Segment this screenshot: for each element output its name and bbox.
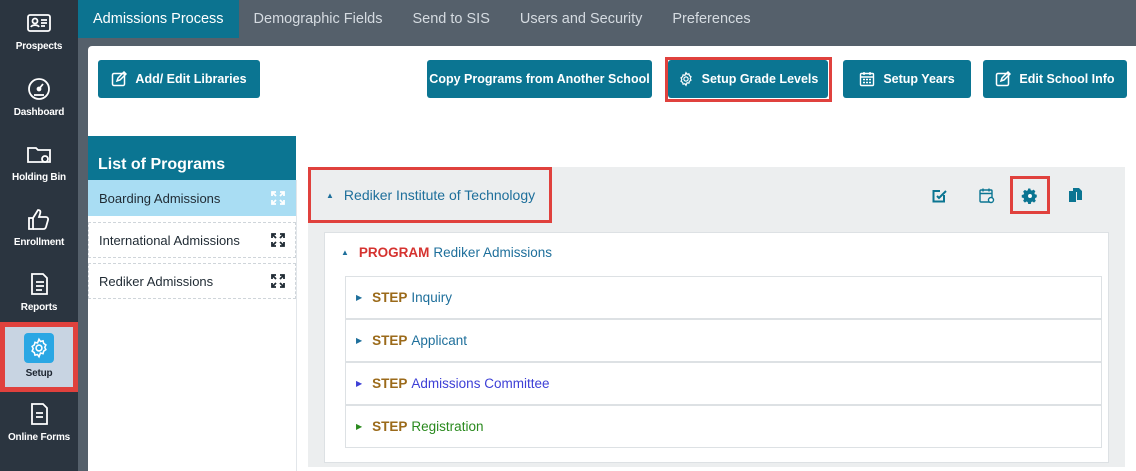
list-of-programs-title: List of Programs: [88, 136, 296, 180]
folder-icon: [27, 147, 51, 163]
main-panel: Add/ Edit Libraries Copy Programs from A…: [88, 46, 1136, 471]
setup-icon-box: [24, 333, 54, 363]
nav-dashboard[interactable]: Dashboard: [0, 66, 78, 130]
setup-grade-levels-label: Setup Grade Levels: [701, 72, 819, 86]
calendar-gear-icon: [979, 188, 995, 204]
edit-institute-button[interactable]: [925, 182, 953, 210]
program-list-item-boarding[interactable]: Boarding Admissions: [88, 180, 296, 216]
program-list-item-rediker[interactable]: Rediker Admissions: [88, 263, 296, 299]
nav-online-forms-label: Online Forms: [7, 432, 71, 443]
settings-button[interactable]: [1016, 182, 1044, 210]
expand-icon[interactable]: [271, 233, 285, 247]
document-icon: [31, 273, 48, 295]
program-list-item-international[interactable]: International Admissions: [88, 222, 296, 258]
step-row-inquiry[interactable]: ▶ STEP Inquiry: [345, 276, 1102, 319]
expand-triangle-icon: ▶: [356, 422, 363, 431]
step-name: Admissions Committee: [411, 376, 550, 391]
step-name: Applicant: [411, 333, 467, 348]
nav-reports-label: Reports: [20, 302, 58, 313]
collapse-triangle-icon: ▲: [326, 190, 334, 200]
tab-send-to-sis[interactable]: Send to SIS: [398, 0, 505, 38]
tab-preferences[interactable]: Preferences: [657, 0, 765, 38]
copy-button[interactable]: [1061, 182, 1089, 210]
setup-years-button[interactable]: Setup Years: [843, 60, 971, 98]
tab-demographic-fields[interactable]: Demographic Fields: [239, 0, 398, 38]
form-icon: [31, 403, 48, 425]
institute-name: Rediker Institute of Technology: [343, 187, 536, 203]
expand-icon[interactable]: [271, 274, 285, 288]
program-list-item-label: International Admissions: [99, 232, 240, 248]
step-keyword: STEP: [372, 419, 408, 434]
program-keyword: PROGRAM: [358, 245, 430, 260]
program-list-item-label: Boarding Admissions: [99, 190, 221, 206]
nav-setup-label: Setup: [25, 368, 53, 379]
thumbs-up-icon: [28, 209, 50, 230]
add-edit-libraries-label: Add/ Edit Libraries: [135, 72, 247, 86]
program-row[interactable]: ▲ PROGRAM Rediker Admissions: [341, 245, 552, 260]
nav-prospects-label: Prospects: [15, 41, 63, 52]
copy-programs-button[interactable]: Copy Programs from Another School: [427, 60, 652, 98]
step-row-admissions-committee[interactable]: ▶ STEP Admissions Committee: [345, 362, 1102, 405]
calendar-icon: [860, 72, 875, 87]
nav-dashboard-label: Dashboard: [13, 107, 65, 118]
nav-enrollment[interactable]: Enrollment: [0, 196, 78, 260]
institute-title[interactable]: ▲ Rediker Institute of Technology: [310, 169, 550, 221]
nav-holding-bin[interactable]: Holding Bin: [0, 131, 78, 195]
nav-holding-bin-label: Holding Bin: [12, 172, 66, 183]
setup-years-label: Setup Years: [883, 72, 955, 86]
gear-icon: [31, 337, 47, 359]
nav-online-forms[interactable]: Online Forms: [0, 391, 78, 455]
nav-reports[interactable]: Reports: [0, 261, 78, 325]
nav-prospects[interactable]: Prospects: [0, 0, 78, 64]
expand-icon[interactable]: [271, 191, 285, 205]
top-tab-bar: Admissions Process Demographic Fields Se…: [78, 0, 1136, 38]
edit-icon: [112, 71, 128, 87]
setup-grade-levels-button[interactable]: Setup Grade Levels: [668, 60, 828, 98]
program-name: Rediker Admissions: [433, 245, 552, 260]
list-column-divider: [296, 180, 297, 471]
gear-icon: [1021, 188, 1037, 204]
expand-triangle-icon: ▶: [356, 293, 363, 302]
step-row-applicant[interactable]: ▶ STEP Applicant: [345, 319, 1102, 362]
expand-triangle-icon: ▶: [356, 336, 363, 345]
gauge-icon: [28, 78, 50, 100]
collapse-triangle-icon: ▲: [341, 248, 349, 257]
edit-check-icon: [932, 190, 947, 203]
copy-programs-label: Copy Programs from Another School: [429, 72, 650, 86]
tab-users-and-security[interactable]: Users and Security: [505, 0, 658, 38]
expand-triangle-icon: ▶: [356, 379, 363, 388]
left-navigation-rail: Prospects Dashboard Holding Bin Enrollme…: [0, 0, 78, 471]
add-edit-libraries-button[interactable]: Add/ Edit Libraries: [98, 60, 260, 98]
step-row-registration[interactable]: ▶ STEP Registration: [345, 405, 1102, 448]
copy-icon: [1069, 188, 1082, 202]
id-card-icon: [27, 14, 51, 32]
edit-icon: [996, 71, 1012, 87]
step-keyword: STEP: [372, 376, 408, 391]
step-name: Inquiry: [411, 290, 452, 305]
step-keyword: STEP: [372, 290, 408, 305]
edit-school-info-label: Edit School Info: [1019, 72, 1115, 86]
step-name: Registration: [411, 419, 484, 434]
program-list-item-label: Rediker Admissions: [99, 273, 214, 289]
edit-school-info-button[interactable]: Edit School Info: [983, 60, 1127, 98]
program-box: ▲ PROGRAM Rediker Admissions ▶ STEP Inqu…: [324, 232, 1109, 463]
calendar-settings-button[interactable]: [973, 182, 1001, 210]
step-keyword: STEP: [372, 333, 408, 348]
nav-enrollment-label: Enrollment: [13, 237, 65, 248]
gear-icon: [679, 71, 692, 87]
tab-admissions-process[interactable]: Admissions Process: [78, 0, 239, 38]
nav-setup[interactable]: Setup: [2, 324, 76, 390]
